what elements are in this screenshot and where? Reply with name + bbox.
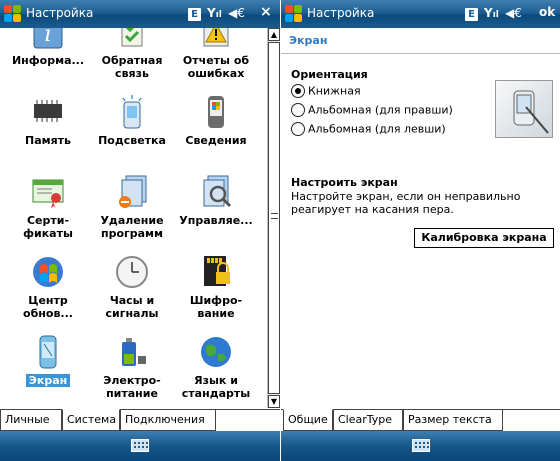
settings-item-label: Серти- фикаты: [23, 214, 73, 240]
tab-general[interactable]: Общие: [283, 409, 333, 431]
memory-chip-icon: [30, 94, 66, 130]
settings-item-label: Подсветка: [98, 134, 166, 147]
info-icon: i: [30, 28, 66, 50]
signal-bars-icon[interactable]: Yıl: [484, 6, 499, 22]
settings-item-label: Экран: [25, 374, 71, 387]
start-windows-icon[interactable]: [285, 5, 303, 23]
calibrate-description: Настройте экран, если он неправильно реа…: [291, 190, 521, 216]
ok-button[interactable]: ok: [539, 5, 555, 21]
settings-item-label: Шифро- вание: [189, 294, 243, 320]
network-badge: E: [188, 6, 201, 22]
orientation-portrait-radio[interactable]: Книжная: [291, 84, 361, 100]
right-screen: Настройка E Yıl ◀€ ok Экран Ориентация К…: [280, 0, 560, 461]
page-heading: Экран: [281, 28, 560, 54]
tab-strip: Общие ClearType Размер текста: [281, 409, 560, 431]
settings-item-backlight[interactable]: Подсветка: [92, 94, 172, 147]
keyboard-icon[interactable]: [131, 439, 149, 452]
orientation-landscape-right-radio[interactable]: Альбомная (для правши): [291, 103, 453, 119]
window-title: Настройка: [26, 6, 94, 20]
vertical-scrollbar[interactable]: ▲ ▼: [267, 28, 280, 408]
settings-item-regional[interactable]: Язык и стандарты: [176, 334, 256, 400]
network-badge: E: [465, 6, 478, 22]
window-title: Настройка: [307, 6, 375, 20]
settings-item-label: Язык и стандарты: [181, 374, 251, 400]
settings-item-feedback[interactable]: Обратная связь: [92, 28, 172, 80]
clock-icon: [114, 254, 150, 290]
settings-item-info[interactable]: i Информа...: [8, 28, 88, 67]
signal-bars-icon[interactable]: Yıl: [207, 6, 222, 22]
settings-item-update-center[interactable]: Центр обнов...: [8, 254, 88, 320]
radio-icon[interactable]: [291, 103, 305, 117]
tab-cleartype[interactable]: ClearType: [333, 409, 403, 431]
calibrate-title: Настроить экран: [291, 176, 398, 189]
settings-item-encryption[interactable]: Шифро- вание: [176, 254, 256, 320]
title-bar: Настройка E Yıl ◀€ ×: [0, 0, 280, 28]
orientation-title: Ориентация: [291, 68, 368, 81]
tab-connections[interactable]: Подключения: [120, 409, 216, 431]
feedback-icon: [114, 28, 150, 50]
radio-icon[interactable]: [291, 122, 305, 136]
regional-globe-icon: [198, 334, 234, 370]
remove-programs-icon: [114, 174, 150, 210]
settings-item-label: Обратная связь: [101, 54, 163, 80]
settings-item-label: Информа...: [11, 54, 85, 67]
tab-system[interactable]: Система: [62, 409, 120, 431]
settings-item-label: Отчеты об ошибках: [182, 54, 250, 80]
speaker-icon[interactable]: ◀€: [505, 6, 522, 22]
keyboard-icon[interactable]: [411, 439, 430, 452]
left-screen: Настройка E Yıl ◀€ × i Информа... Обратн…: [0, 0, 280, 461]
settings-icon-grid: i Информа... Обратная связь Отчеты об ош…: [0, 28, 266, 408]
scroll-up-arrow-icon[interactable]: ▲: [268, 28, 280, 41]
settings-item-label: Центр обнов...: [23, 294, 73, 320]
scroll-thumb[interactable]: [268, 42, 280, 394]
device-info-icon: [198, 94, 234, 130]
power-icon: [114, 334, 150, 370]
settings-item-memory[interactable]: Память: [8, 94, 88, 147]
softkey-bar: [281, 431, 560, 461]
start-windows-icon[interactable]: [4, 5, 22, 23]
screen-icon: [30, 334, 66, 370]
tab-text-size[interactable]: Размер текста: [403, 409, 503, 431]
orientation-landscape-left-radio[interactable]: Альбомная (для левши): [291, 122, 446, 138]
svg-text:i: i: [44, 28, 51, 47]
settings-item-label: Память: [24, 134, 71, 147]
settings-item-label: Часы и сигналы: [105, 294, 159, 320]
update-center-icon: [30, 254, 66, 290]
speaker-icon[interactable]: ◀€: [228, 6, 245, 22]
softkey-bar: [0, 431, 280, 461]
settings-item-managed-programs[interactable]: Управляе...: [176, 174, 256, 227]
scroll-down-arrow-icon[interactable]: ▼: [268, 395, 280, 408]
settings-item-label: Управляе...: [179, 214, 253, 227]
settings-item-error-reports[interactable]: Отчеты об ошибках: [176, 28, 256, 80]
settings-item-label: Сведения: [185, 134, 247, 147]
settings-item-screen[interactable]: Экран: [8, 334, 88, 387]
radio-checked-icon[interactable]: [291, 84, 305, 98]
close-button[interactable]: ×: [260, 4, 272, 20]
tab-personal[interactable]: Личные: [0, 409, 62, 431]
device-orientation-picture: [495, 80, 553, 138]
settings-item-label: Электро- питание: [103, 374, 161, 400]
title-bar: Настройка E Yıl ◀€ ok: [281, 0, 560, 28]
tab-strip: Личные Система Подключения: [0, 409, 280, 431]
settings-item-remove-programs[interactable]: Удаление программ: [92, 174, 172, 240]
settings-item-device-info[interactable]: Сведения: [176, 94, 256, 147]
certificate-icon: [30, 174, 66, 210]
managed-programs-icon: [198, 174, 234, 210]
settings-item-power[interactable]: Электро- питание: [92, 334, 172, 400]
settings-item-label: Удаление программ: [100, 214, 164, 240]
settings-item-certificates[interactable]: Серти- фикаты: [8, 174, 88, 240]
error-report-icon: [198, 28, 234, 50]
settings-item-clock[interactable]: Часы и сигналы: [92, 254, 172, 320]
calibrate-button[interactable]: Калибровка экрана: [414, 228, 554, 248]
encryption-icon: [198, 254, 234, 290]
backlight-icon: [114, 94, 150, 130]
